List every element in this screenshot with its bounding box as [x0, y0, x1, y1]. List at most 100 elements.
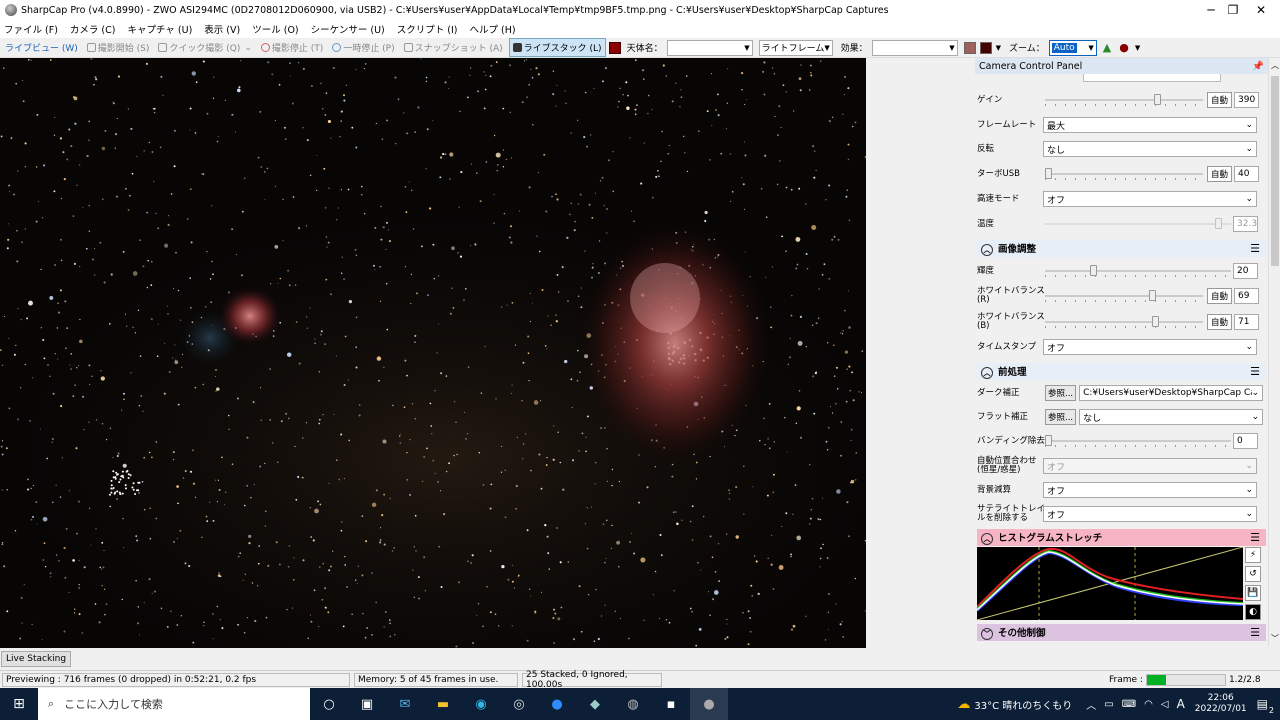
live-stacking-tab[interactable]: Live Stacking: [1, 651, 72, 667]
quick-capture-button[interactable]: クイック撮影 (Q) ⌄: [155, 39, 255, 56]
reset-icon[interactable]: ↺: [1245, 566, 1261, 582]
stop-capture-button[interactable]: 撮影停止 (T): [258, 39, 326, 56]
collapse-icon[interactable]: ︿: [981, 244, 993, 256]
menu-sequencer[interactable]: シーケンサー (U): [311, 22, 385, 36]
zoom-app-icon[interactable]: ●: [538, 688, 576, 720]
brightness-value[interactable]: 20: [1233, 263, 1258, 279]
wb-blue-auto-button[interactable]: 自動: [1207, 314, 1233, 330]
framerate-select[interactable]: 最大 ⌄: [1043, 117, 1257, 133]
app-icon-1[interactable]: ◎: [500, 688, 538, 720]
task-view-icon[interactable]: ▣: [348, 688, 386, 720]
color-icon[interactable]: [608, 41, 621, 54]
hamburger-menu-icon[interactable]: ☰: [1250, 626, 1260, 639]
brightness-slider[interactable]: [1045, 265, 1231, 277]
histogram-icon[interactable]: ▲: [1103, 41, 1111, 54]
app-icon-4[interactable]: ▪: [652, 688, 690, 720]
hamburger-menu-icon[interactable]: ☰: [1250, 242, 1260, 255]
wifi-icon[interactable]: ◠: [1144, 699, 1153, 710]
turbo-usb-slider[interactable]: [1045, 168, 1203, 180]
clock[interactable]: 22:06 2022/07/01: [1195, 693, 1247, 715]
menu-view[interactable]: 表示 (V): [204, 22, 240, 36]
menu-tools[interactable]: ツール (O): [252, 22, 298, 36]
close-button[interactable]: ✕: [1246, 0, 1276, 20]
battery-icon[interactable]: ▭: [1104, 699, 1113, 710]
live-view-button[interactable]: ライブビュー (W): [2, 39, 81, 56]
network-icon[interactable]: ⌨: [1122, 699, 1136, 710]
collapse-icon[interactable]: ︿: [981, 533, 993, 545]
dark-select[interactable]: C:¥Users¥user¥Desktop¥SharpCap Ca... ⌄: [1079, 385, 1264, 401]
effect-select[interactable]: ▼: [871, 39, 958, 56]
scroll-thumb[interactable]: [1271, 76, 1279, 266]
start-capture-button[interactable]: 撮影開始 (S): [84, 39, 153, 56]
banding-slider[interactable]: [1045, 435, 1231, 447]
preprocess-section-header[interactable]: ︿ 前処理 ☰: [977, 363, 1266, 380]
wb-blue-value[interactable]: 71: [1234, 314, 1260, 330]
image-viewer[interactable]: [0, 58, 866, 648]
timestamp-select[interactable]: オフ ⌄: [1043, 339, 1257, 355]
menu-help[interactable]: ヘルプ (H): [469, 22, 515, 36]
menu-file[interactable]: ファイル (F): [4, 22, 58, 36]
gain-slider[interactable]: [1045, 94, 1203, 106]
gain-auto-button[interactable]: 自動: [1207, 92, 1233, 108]
wb-red-value[interactable]: 69: [1234, 288, 1260, 304]
cortana-icon[interactable]: ○: [310, 688, 348, 720]
magnifier-icon[interactable]: ●: [1119, 41, 1129, 54]
magnifier-dropdown-icon[interactable]: ▼: [1135, 44, 1140, 52]
reticle-icon[interactable]: [963, 41, 976, 54]
highspeed-select[interactable]: オフ ⌄: [1043, 191, 1257, 207]
windows-start-icon[interactable]: ⊞: [0, 688, 38, 720]
lightning-icon[interactable]: ⚡: [1245, 547, 1261, 563]
other-controls-section-header[interactable]: ﹀ その他制御 ☰: [977, 624, 1266, 641]
menu-scripting[interactable]: スクリプト (I): [397, 22, 458, 36]
pause-button[interactable]: 一時停止 (P): [329, 39, 397, 56]
hamburger-menu-icon[interactable]: ☰: [1250, 365, 1260, 378]
expand-icon[interactable]: ﹀: [981, 628, 993, 640]
scroll-up-icon[interactable]: ︿: [1271, 60, 1279, 71]
gain-value[interactable]: 390: [1234, 92, 1260, 108]
app-icon-3[interactable]: ◍: [614, 688, 652, 720]
save-icon[interactable]: 💾: [1245, 585, 1261, 601]
image-adjust-section-header[interactable]: ︿ 画像調整 ☰: [977, 240, 1266, 257]
wb-blue-slider[interactable]: [1045, 316, 1203, 328]
ime-indicator[interactable]: A: [1177, 697, 1185, 711]
collapse-icon[interactable]: ︿: [981, 367, 993, 379]
histogram-section-header[interactable]: ︿ ヒストグラムストレッチ ☰: [977, 529, 1266, 546]
flat-browse-button[interactable]: 参照...: [1045, 409, 1077, 425]
notification-icon[interactable]: ▤ 2: [1257, 697, 1274, 715]
overlay-dropdown-icon[interactable]: ▼: [996, 44, 1001, 52]
bg-subtract-select[interactable]: オフ ⌄: [1043, 482, 1257, 498]
panel-scrollbar[interactable]: ︿ ﹀: [1268, 58, 1280, 646]
zoom-select[interactable]: Auto ▼: [1048, 39, 1097, 56]
banding-value[interactable]: 0: [1233, 433, 1258, 449]
dark-browse-button[interactable]: 参照...: [1045, 385, 1077, 401]
menu-camera[interactable]: カメラ (C): [70, 22, 116, 36]
satellite-select[interactable]: オフ ⌄: [1043, 506, 1257, 522]
mail-icon[interactable]: ✉: [386, 688, 424, 720]
volume-icon[interactable]: ◁: [1161, 699, 1169, 710]
app-icon-2[interactable]: ◆: [576, 688, 614, 720]
frame-type-select[interactable]: ライトフレーム ▼: [758, 39, 833, 56]
weather-text[interactable]: 33°C 晴れのちくもり: [974, 697, 1072, 712]
taskbar-search[interactable]: ⌕ ここに入力して検索: [38, 688, 310, 720]
pin-icon[interactable]: 📌: [1252, 61, 1264, 72]
menu-capture[interactable]: キャプチャ (U): [127, 22, 192, 36]
live-stack-button[interactable]: ライブスタック (L): [508, 38, 606, 57]
turbo-usb-value[interactable]: 40: [1234, 166, 1260, 182]
hamburger-menu-icon[interactable]: ☰: [1250, 531, 1260, 544]
sharpcap-taskbar-icon[interactable]: ●: [690, 688, 728, 720]
grid-icon[interactable]: [979, 41, 992, 54]
wb-red-auto-button[interactable]: 自動: [1207, 288, 1233, 304]
turbo-usb-auto-button[interactable]: 自動: [1207, 166, 1233, 182]
flip-select[interactable]: なし ⌄: [1043, 141, 1257, 157]
edge-icon[interactable]: ◉: [462, 688, 500, 720]
contrast-icon[interactable]: ◐: [1245, 604, 1261, 620]
snapshot-button[interactable]: スナップショット (A): [401, 39, 506, 56]
object-name-select[interactable]: ▼: [666, 39, 753, 56]
flat-select[interactable]: なし ⌄: [1079, 409, 1264, 425]
scroll-down-icon[interactable]: ﹀: [1271, 633, 1279, 644]
histogram-chart[interactable]: [977, 547, 1243, 620]
chevron-up-icon[interactable]: ︿: [1086, 697, 1096, 712]
maximize-button[interactable]: ❐: [1218, 0, 1248, 20]
wb-red-slider[interactable]: [1045, 290, 1203, 302]
file-explorer-icon[interactable]: ▬: [424, 688, 462, 720]
